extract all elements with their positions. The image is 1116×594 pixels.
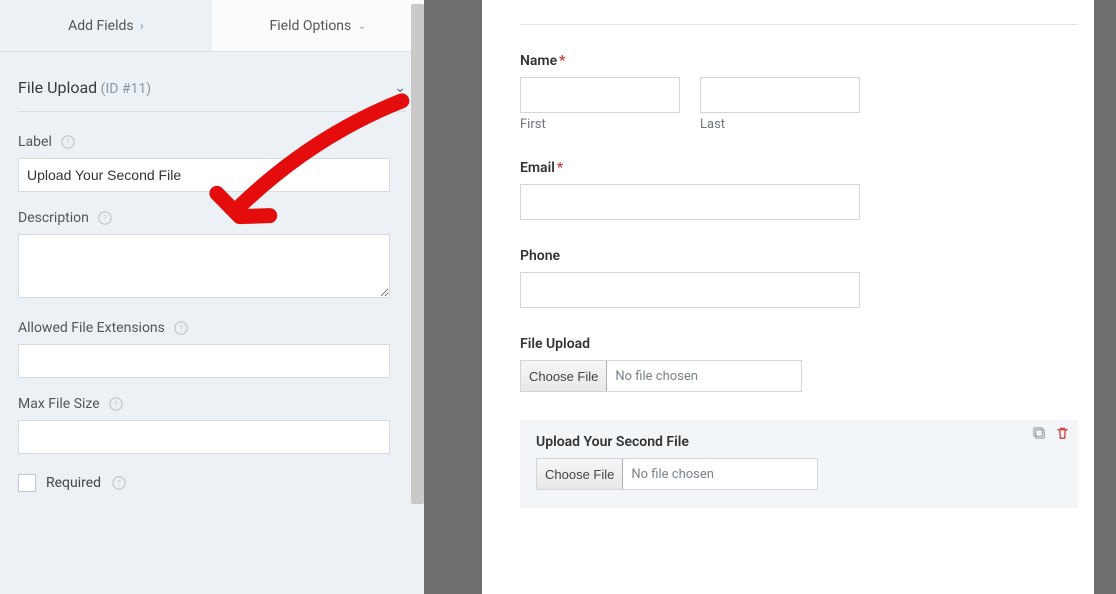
panel-divider — [424, 0, 482, 594]
svg-text:?: ? — [117, 479, 121, 488]
field-type-title: File Upload — [18, 78, 97, 97]
sidebar-panel: Add Fields › Field Options ⌄ File Upload… — [0, 0, 424, 594]
file2-status: No file chosen — [623, 467, 714, 482]
sidebar-scrollbar[interactable] — [411, 4, 424, 504]
form-preview: Name* First Last Email* Phone — [482, 0, 1116, 594]
group-allowed-ext: Allowed File Extensions ? — [18, 320, 406, 378]
name-label-text: Name — [520, 53, 557, 69]
description-label: Description — [18, 210, 89, 226]
email-label-text: Email — [520, 160, 555, 176]
label-input[interactable] — [18, 158, 390, 192]
field-name: Name* First Last — [520, 53, 1078, 132]
field-header[interactable]: File Upload (ID #11) ⌄ — [18, 52, 406, 112]
last-name-input[interactable] — [700, 77, 860, 113]
tab-add-fields[interactable]: Add Fields › — [0, 0, 212, 51]
sidebar-tabs: Add Fields › Field Options ⌄ — [0, 0, 424, 52]
file1-choose-button[interactable]: Choose File — [521, 361, 607, 391]
collapse-icon[interactable]: ⌄ — [394, 80, 406, 96]
group-max-size: Max File Size ? — [18, 396, 406, 454]
tab-field-options[interactable]: Field Options ⌄ — [212, 0, 424, 51]
file2-choose-button[interactable]: Choose File — [537, 459, 623, 489]
email-input[interactable] — [520, 184, 860, 220]
help-icon[interactable]: ? — [173, 320, 189, 336]
label-label: Label — [18, 134, 52, 150]
field-id: (ID #11) — [101, 81, 152, 97]
file1-label: File Upload — [520, 336, 1078, 352]
file2-picker[interactable]: Choose File No file chosen — [536, 458, 818, 490]
file1-picker[interactable]: Choose File No file chosen — [520, 360, 802, 392]
email-label: Email* — [520, 160, 1078, 176]
app-root: Add Fields › Field Options ⌄ File Upload… — [0, 0, 1116, 594]
group-description: Description ? — [18, 210, 406, 302]
preview-scrollbar[interactable] — [1094, 0, 1116, 594]
max-size-input[interactable] — [18, 420, 390, 454]
field-title-wrap: File Upload (ID #11) — [18, 78, 151, 97]
first-sublabel: First — [520, 117, 680, 132]
field-phone: Phone — [520, 248, 1078, 308]
phone-input[interactable] — [520, 272, 860, 308]
tab-field-options-label: Field Options — [270, 18, 352, 34]
max-size-label: Max File Size — [18, 396, 100, 412]
allowed-ext-input[interactable] — [18, 344, 390, 378]
help-icon[interactable]: ? — [108, 396, 124, 412]
file1-status: No file chosen — [607, 369, 698, 384]
svg-text:?: ? — [103, 214, 107, 223]
file2-label: Upload Your Second File — [536, 434, 1062, 450]
group-label: Label ? — [18, 134, 406, 192]
field-options-body: File Upload (ID #11) ⌄ Label ? Descripti… — [0, 52, 424, 512]
allowed-ext-label: Allowed File Extensions — [18, 320, 165, 336]
first-name-input[interactable] — [520, 77, 680, 113]
help-icon[interactable]: ? — [97, 210, 113, 226]
svg-text:?: ? — [66, 138, 70, 147]
duplicate-icon[interactable] — [1032, 426, 1047, 445]
phone-label: Phone — [520, 248, 1078, 264]
field-email: Email* — [520, 160, 1078, 220]
tab-add-fields-label: Add Fields — [68, 18, 134, 34]
field-file-upload-1: File Upload Choose File No file chosen — [520, 336, 1078, 392]
svg-text:?: ? — [179, 324, 183, 333]
delete-icon[interactable] — [1055, 426, 1070, 445]
name-label: Name* — [520, 53, 1078, 69]
last-sublabel: Last — [700, 117, 860, 132]
chevron-down-icon: ⌄ — [357, 19, 366, 32]
required-asterisk: * — [559, 53, 565, 69]
help-icon[interactable]: ? — [111, 475, 127, 491]
required-asterisk: * — [557, 160, 563, 176]
chevron-right-icon: › — [140, 18, 144, 34]
required-label: Required — [46, 475, 101, 491]
field-file-upload-2-selected[interactable]: Upload Your Second File Choose File No f… — [520, 420, 1078, 508]
required-checkbox[interactable] — [18, 474, 36, 492]
help-icon[interactable]: ? — [60, 134, 76, 150]
preview-top-divider — [520, 24, 1078, 25]
description-input[interactable] — [18, 234, 390, 298]
required-row: Required ? — [18, 474, 406, 492]
svg-text:?: ? — [114, 400, 118, 409]
